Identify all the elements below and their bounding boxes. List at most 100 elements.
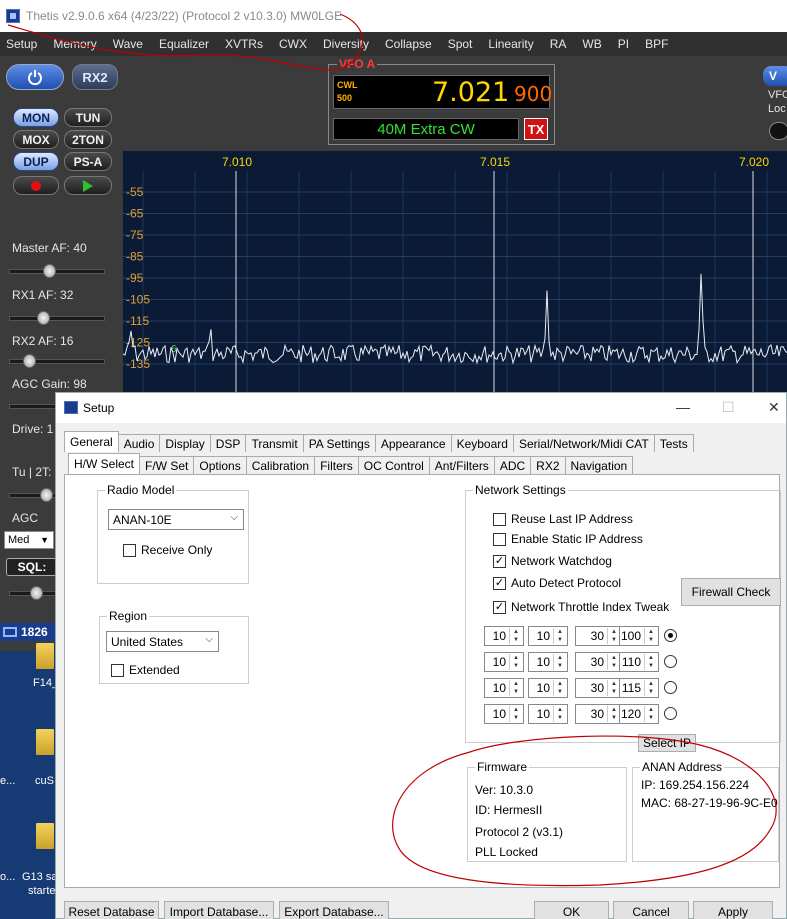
menu-ra[interactable]: RA xyxy=(550,37,567,51)
tab-keyboard[interactable]: Keyboard xyxy=(450,434,514,452)
receive-only-checkbox[interactable]: Receive Only xyxy=(123,543,212,557)
tab-oc-control[interactable]: OC Control xyxy=(357,456,430,474)
tab-tests[interactable]: Tests xyxy=(653,434,694,452)
network-throttle-checkbox[interactable]: ✓ Network Throttle Index Tweak xyxy=(493,600,669,614)
region-select[interactable]: United States ⌵ xyxy=(106,631,219,652)
side-toggle[interactable] xyxy=(769,122,787,140)
tab-pa-settings[interactable]: PA Settings xyxy=(302,434,376,452)
tab-dsp[interactable]: DSP xyxy=(209,434,247,452)
folder-icon[interactable] xyxy=(36,729,54,755)
menu-spot[interactable]: Spot xyxy=(448,37,473,51)
mox-button[interactable]: MOX xyxy=(13,130,59,149)
ip-row-radio[interactable] xyxy=(664,681,677,694)
spectrum-display[interactable]: -55 -65 -75 -85 -95 -105 -115 -125 -135 7.010 7.01… xyxy=(123,151,787,392)
ip-octet-spinner[interactable]: 100 ▲ ▼ xyxy=(619,626,659,646)
ip-row-radio[interactable] xyxy=(664,629,677,642)
cancel-button[interactable]: Cancel xyxy=(613,901,689,919)
ip-octet-spinner[interactable]: 10 ▲ ▼ xyxy=(484,652,524,672)
ip-row-radio[interactable] xyxy=(664,707,677,720)
tab-rx2[interactable]: RX2 xyxy=(530,456,566,474)
auto-detect-protocol-checkbox[interactable]: ✓ Auto Detect Protocol xyxy=(493,576,621,590)
ip-octet-spinner[interactable]: 10 ▲ ▼ xyxy=(528,652,568,672)
spinner-arrows-icon[interactable]: ▲ ▼ xyxy=(509,628,522,644)
two-tone-button[interactable]: 2TON xyxy=(64,130,112,149)
vfo-a-display[interactable]: CWL 500 7.021 900 xyxy=(333,75,552,109)
reuse-last-ip-checkbox[interactable]: Reuse Last IP Address xyxy=(493,512,633,526)
spinner-arrows-icon[interactable]: ▲ ▼ xyxy=(509,706,522,722)
enable-static-ip-checkbox[interactable]: Enable Static IP Address xyxy=(493,532,643,546)
menu-wave[interactable]: Wave xyxy=(113,37,143,51)
tab-ant-filters[interactable]: Ant/Filters xyxy=(428,456,495,474)
spinner-arrows-icon[interactable]: ▲ ▼ xyxy=(644,680,657,696)
ip-octet-spinner[interactable]: 10 ▲ ▼ xyxy=(528,704,568,724)
spinner-arrows-icon[interactable]: ▲ ▼ xyxy=(553,706,566,722)
tab-filters[interactable]: Filters xyxy=(314,456,359,474)
spinner-arrows-icon[interactable]: ▲ ▼ xyxy=(553,628,566,644)
tab-adc[interactable]: ADC xyxy=(493,456,532,474)
maximize-icon[interactable]: ☐ xyxy=(722,399,735,416)
export-database-button[interactable]: Export Database... xyxy=(279,901,389,919)
tab-general[interactable]: General xyxy=(64,431,119,452)
radio-model-select[interactable]: ANAN-10E ⌵ xyxy=(108,509,244,530)
ip-octet-spinner[interactable]: 115 ▲ ▼ xyxy=(619,678,659,698)
vfo-b-button[interactable]: V xyxy=(763,66,787,86)
tab-hw-select[interactable]: H/W Select xyxy=(68,453,141,474)
ip-octet-spinner[interactable]: 110 ▲ ▼ xyxy=(619,652,659,672)
agc-mode-select[interactable]: Med ▼ xyxy=(4,531,54,549)
menu-wb[interactable]: WB xyxy=(582,37,601,51)
sql-button[interactable]: SQL: xyxy=(6,558,58,576)
ok-button[interactable]: OK xyxy=(534,901,609,919)
rx1-af-thumb[interactable] xyxy=(36,311,50,325)
tab-appearance[interactable]: Appearance xyxy=(374,434,452,452)
ip-octet-spinner[interactable]: 30 ▲ ▼ xyxy=(575,704,622,724)
menu-pi[interactable]: PI xyxy=(618,37,629,51)
menu-equalizer[interactable]: Equalizer xyxy=(159,37,209,51)
ip-octet-spinner[interactable]: 10 ▲ ▼ xyxy=(484,704,524,724)
spinner-arrows-icon[interactable]: ▲ ▼ xyxy=(644,628,657,644)
vfo-frequency[interactable]: 7.021 xyxy=(432,77,509,108)
extended-checkbox[interactable]: Extended xyxy=(111,663,180,677)
ip-octet-spinner[interactable]: 30 ▲ ▼ xyxy=(575,652,622,672)
menu-xvtrs[interactable]: XVTRs xyxy=(225,37,263,51)
menu-memory[interactable]: Memory xyxy=(53,37,96,51)
spinner-arrows-icon[interactable]: ▲ ▼ xyxy=(644,654,657,670)
vfo-sub-frequency[interactable]: 900 xyxy=(514,82,552,106)
dup-button[interactable]: DUP xyxy=(13,152,59,171)
spinner-arrows-icon[interactable]: ▲ ▼ xyxy=(553,680,566,696)
tune-thumb[interactable] xyxy=(40,488,53,502)
tab-audio[interactable]: Audio xyxy=(117,434,161,452)
spinner-arrows-icon[interactable]: ▲ ▼ xyxy=(553,654,566,670)
menu-collapse[interactable]: Collapse xyxy=(385,37,432,51)
sql-thumb[interactable] xyxy=(30,586,43,600)
ip-octet-spinner[interactable]: 10 ▲ ▼ xyxy=(528,626,568,646)
ip-octet-spinner[interactable]: 10 ▲ ▼ xyxy=(528,678,568,698)
ip-octet-spinner[interactable]: 120 ▲ ▼ xyxy=(619,704,659,724)
tab-display[interactable]: Display xyxy=(159,434,211,452)
select-ip-button[interactable]: Select IP xyxy=(638,734,696,752)
import-database-button[interactable]: Import Database... xyxy=(164,901,274,919)
record-button[interactable] xyxy=(13,176,59,195)
close-icon[interactable]: ✕ xyxy=(768,399,780,416)
ps-a-button[interactable]: PS-A xyxy=(64,152,112,171)
play-button[interactable] xyxy=(64,176,112,195)
tab-calibration[interactable]: Calibration xyxy=(245,456,316,474)
power-button[interactable] xyxy=(6,64,64,90)
master-af-slider[interactable] xyxy=(9,264,105,278)
menu-diversity[interactable]: Diversity xyxy=(323,37,369,51)
ip-octet-spinner[interactable]: 30 ▲ ▼ xyxy=(575,626,622,646)
tab-options[interactable]: Options xyxy=(193,456,247,474)
menu-setup[interactable]: Setup xyxy=(6,37,37,51)
spinner-arrows-icon[interactable]: ▲ ▼ xyxy=(644,706,657,722)
tab-serial-network-midi-cat[interactable]: Serial/Network/Midi CAT xyxy=(512,434,655,452)
spinner-arrows-icon[interactable]: ▲ ▼ xyxy=(509,654,522,670)
tx-button[interactable]: TX xyxy=(524,118,548,140)
rx2-af-thumb[interactable] xyxy=(23,354,37,368)
apply-button[interactable]: Apply xyxy=(693,901,773,919)
ip-octet-spinner[interactable]: 30 ▲ ▼ xyxy=(575,678,622,698)
tab-transmit[interactable]: Transmit xyxy=(245,434,304,452)
minimize-icon[interactable]: — xyxy=(676,399,690,415)
ip-row-radio[interactable] xyxy=(664,655,677,668)
folder-icon[interactable] xyxy=(36,643,54,669)
tab-navigation[interactable]: Navigation xyxy=(564,456,634,474)
rx1-af-slider[interactable] xyxy=(9,311,105,325)
